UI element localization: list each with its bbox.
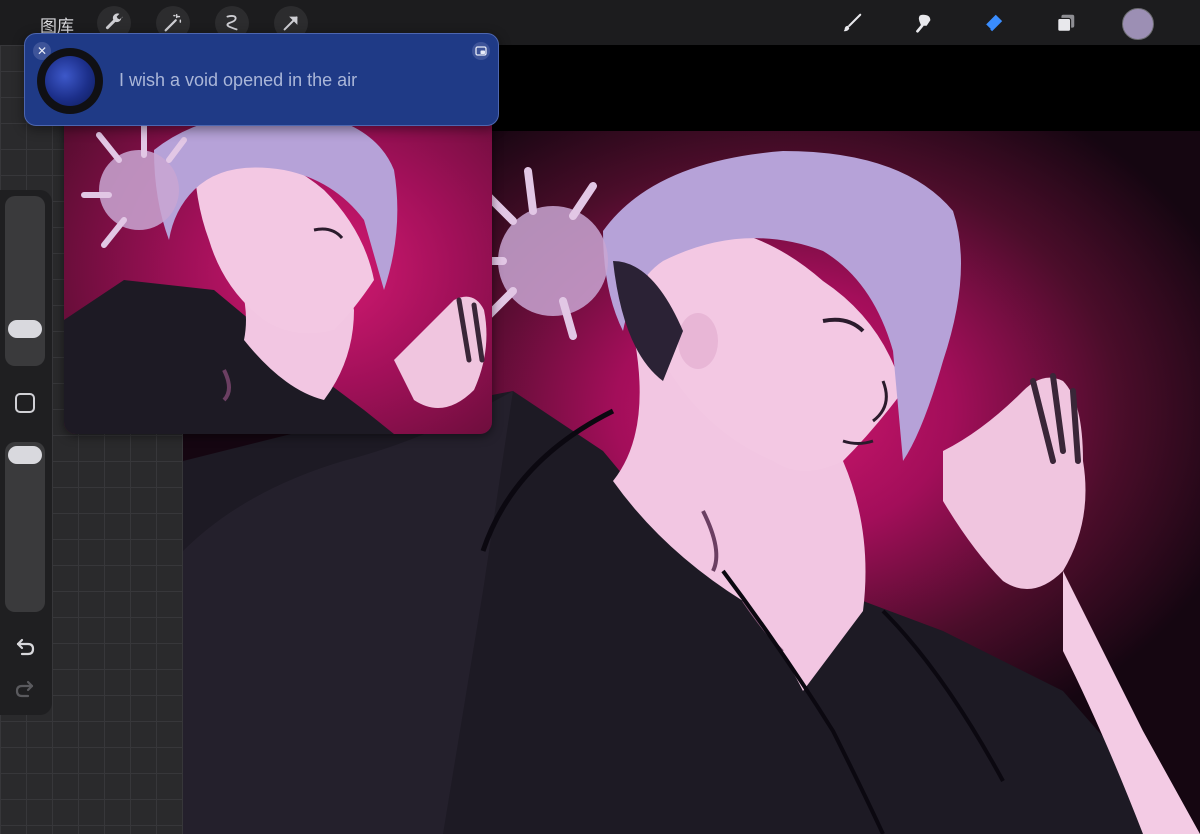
color-picker-button[interactable]: [1122, 8, 1154, 40]
redo-icon: [15, 680, 34, 698]
reference-window[interactable]: [64, 100, 492, 434]
transform-arrow-icon: [283, 16, 298, 31]
undo-icon: [16, 638, 35, 656]
reference-image: [64, 110, 487, 434]
opacity-thumb[interactable]: [8, 446, 42, 464]
album-disc: [45, 56, 95, 106]
smudge-button[interactable]: [906, 6, 940, 40]
smudge-icon: [916, 14, 931, 33]
eraser-icon: [985, 14, 1003, 32]
brush-size-slider[interactable]: [5, 196, 45, 366]
procreate-app: 图库 ✕ I wish a void opened in the air: [0, 0, 1200, 834]
brush-icon: [843, 13, 862, 32]
picture-in-picture-button[interactable]: [472, 42, 490, 60]
album-art: [37, 48, 103, 114]
selection-icon: [226, 15, 238, 31]
modifier-button[interactable]: [15, 393, 35, 413]
left-sidebar: [0, 190, 52, 715]
eraser-button[interactable]: [976, 6, 1010, 40]
now-playing-notification[interactable]: ✕ I wish a void opened in the air: [24, 33, 499, 126]
redo-button[interactable]: [10, 674, 40, 704]
picture-in-picture-icon: [475, 46, 487, 56]
wrench-icon: [105, 13, 123, 30]
notification-message: I wish a void opened in the air: [119, 70, 358, 90]
undo-button[interactable]: [10, 632, 40, 662]
magic-wand-icon: [164, 14, 182, 32]
layers-button[interactable]: [1049, 6, 1083, 40]
brush-button[interactable]: [835, 6, 869, 40]
layers-icon: [1057, 14, 1075, 32]
brush-size-thumb[interactable]: [8, 320, 42, 338]
opacity-slider[interactable]: [5, 442, 45, 612]
